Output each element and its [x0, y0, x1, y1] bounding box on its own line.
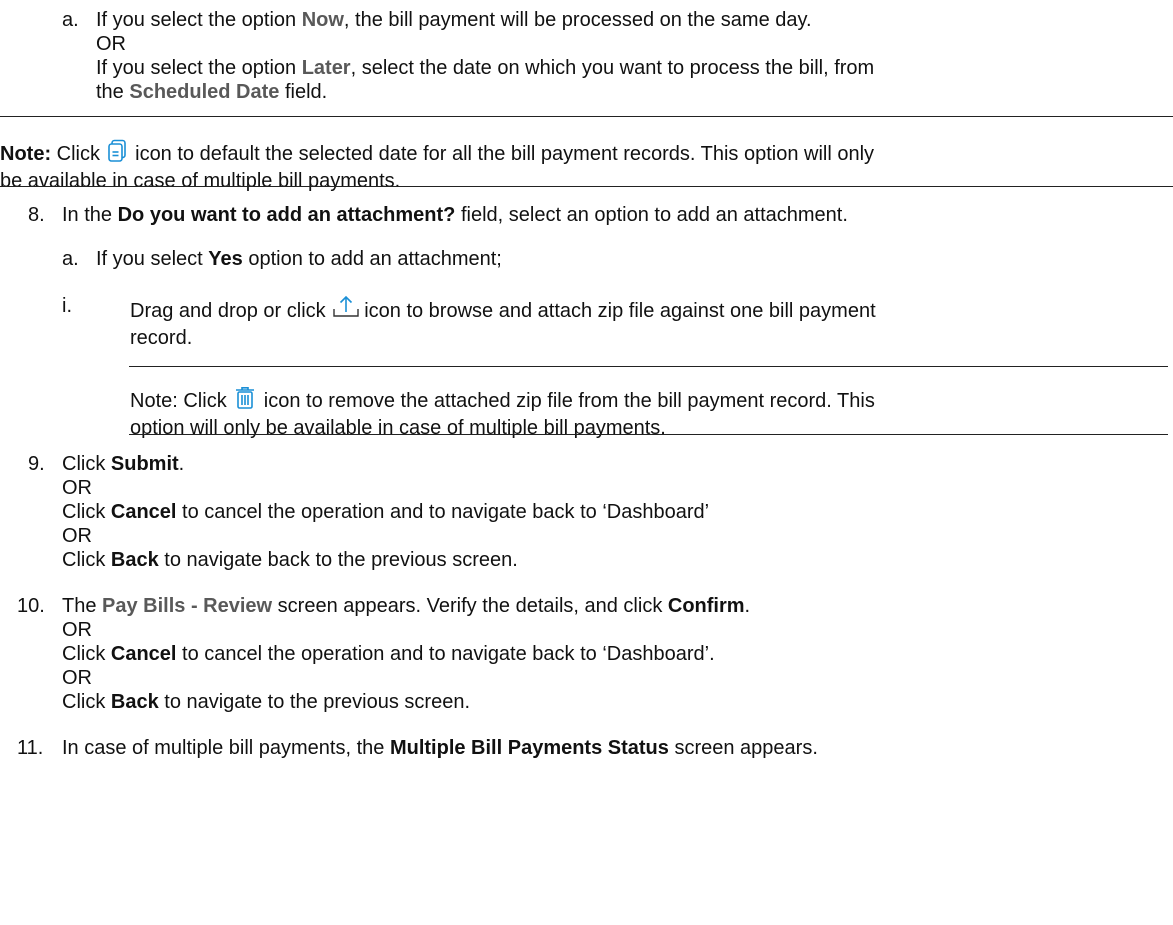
step-7a-line-4: the Scheduled Date field. — [96, 81, 328, 103]
list-marker: 10. — [17, 595, 45, 617]
note-2-bottom-rule — [129, 434, 1168, 435]
note-top-rule — [0, 116, 1173, 117]
note-1-line-2: be available in case of multiple bill pa… — [0, 170, 401, 192]
note-2-top-rule — [129, 366, 1168, 367]
or-text: OR — [62, 667, 92, 689]
step-7a-line-3: If you select the option Later, select t… — [96, 57, 875, 79]
or-text: OR — [62, 477, 92, 499]
step-9-line-3: Click Cancel to cancel the operation and… — [62, 501, 710, 523]
step-8: In the Do you want to add an attachment?… — [62, 204, 848, 226]
step-10-line-5: Click Back to navigate to the previous s… — [62, 691, 471, 713]
note-2: Note: Click icon to remove the attached … — [130, 386, 1170, 440]
step-7a: If you select the option Now, the bill p… — [96, 8, 1156, 104]
note-2-line-2: option will only be available in case of… — [130, 417, 666, 439]
note-1: Note: Click icon to default the selected… — [0, 139, 1173, 193]
step-10-line-1: The Pay Bills - Review screen appears. V… — [62, 595, 751, 617]
note-bottom-rule — [0, 186, 1173, 187]
step-8ai-line-2: record. — [130, 327, 193, 349]
or-text: OR — [96, 33, 126, 55]
note-label: Note: — [0, 143, 52, 165]
upload-icon[interactable] — [332, 294, 360, 326]
list-marker: 9. — [28, 453, 45, 475]
or-text: OR — [62, 525, 92, 547]
list-marker: 11. — [17, 737, 44, 759]
note-2-line-1: Note: Click icon to remove the attached … — [130, 386, 1170, 416]
list-marker: a. — [62, 248, 79, 270]
list-marker: 8. — [28, 204, 45, 226]
step-10: The Pay Bills - Review screen appears. V… — [62, 594, 1162, 714]
step-9-line-1: Click Submit. — [62, 453, 185, 475]
step-8a: If you select Yes option to add an attac… — [96, 248, 502, 270]
step-8ai: Drag and drop or click icon to browse an… — [130, 294, 1160, 350]
note-1-line-1: Note: Click icon to default the selected… — [0, 139, 1173, 169]
step-7a-line-1: If you select the option Now, the bill p… — [96, 9, 812, 31]
list-marker: i. — [62, 295, 72, 317]
step-9-line-5: Click Back to navigate back to the previ… — [62, 549, 518, 571]
step-8ai-line-1: Drag and drop or click icon to browse an… — [130, 294, 1160, 326]
step-10-line-3: Click Cancel to cancel the operation and… — [62, 643, 715, 665]
list-marker: a. — [62, 9, 79, 31]
trash-icon[interactable] — [233, 386, 257, 416]
step-9: Click Submit. OR Click Cancel to cancel … — [62, 452, 1162, 572]
or-text: OR — [62, 619, 92, 641]
copy-date-icon[interactable] — [107, 139, 129, 169]
step-11: In case of multiple bill payments, the M… — [62, 737, 818, 759]
